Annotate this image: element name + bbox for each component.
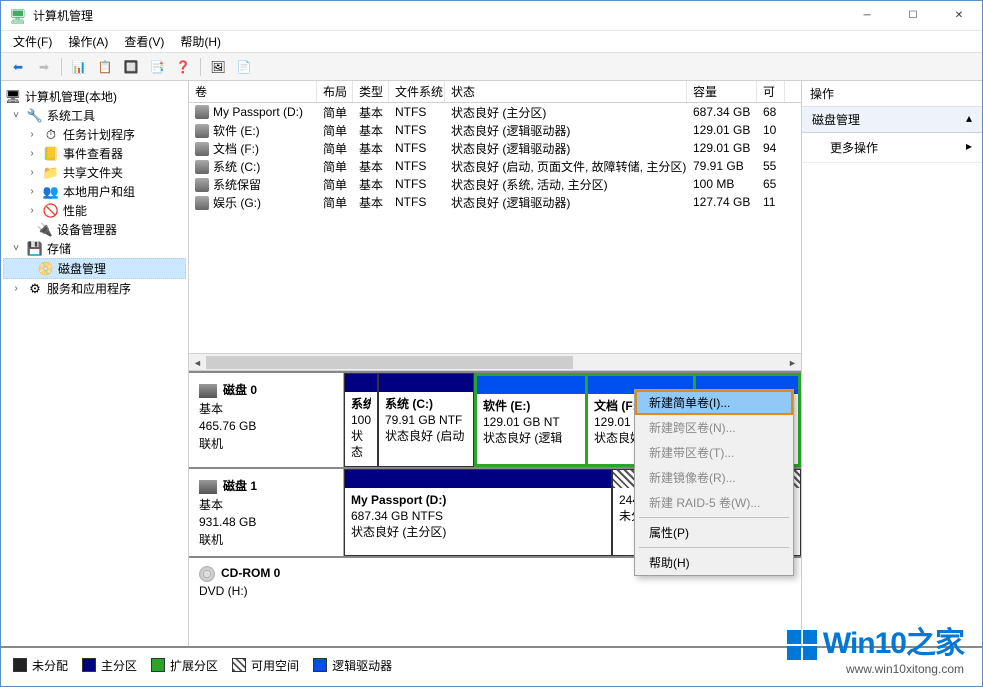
forward-button[interactable]: ➡	[33, 56, 55, 78]
volume-row[interactable]: 软件 (E:)简单基本NTFS状态良好 (逻辑驱动器)129.01 GB10	[189, 121, 801, 139]
ctx-properties[interactable]: 属性(P)	[635, 520, 793, 545]
tree-diskmgmt[interactable]: 📀磁盘管理	[3, 258, 186, 279]
col-capacity[interactable]: 容量	[687, 81, 757, 102]
scroll-thumb[interactable]	[206, 356, 573, 369]
disk-1-header[interactable]: 磁盘 1 基本 931.48 GB 联机	[189, 469, 344, 556]
app-icon: 🖥	[9, 8, 25, 24]
disk-0-header[interactable]: 磁盘 0 基本 465.76 GB 联机	[189, 373, 344, 467]
toolbar-btn-4[interactable]: 📄	[233, 56, 255, 78]
chevron-right-icon: ▸	[966, 139, 972, 156]
tree-users[interactable]: ›👥本地用户和组	[3, 182, 186, 201]
toolbar: ⬅ ➡ 📊 📋 🔲 📑 ❓ 🖼 📄	[1, 53, 982, 81]
tree-storage[interactable]: ˅💾存储	[3, 239, 186, 258]
back-button[interactable]: ⬅	[7, 56, 29, 78]
disc-icon	[199, 566, 215, 582]
collapse-icon: ▴	[966, 111, 972, 128]
context-menu: 新建简单卷(I)... 新建跨区卷(N)... 新建带区卷(T)... 新建镜像…	[634, 389, 794, 576]
menu-file[interactable]: 文件(F)	[7, 31, 58, 52]
tree-scheduler[interactable]: ›⏱任务计划程序	[3, 125, 186, 144]
refresh-button[interactable]: 🔲	[120, 56, 142, 78]
main-area: 🖥计算机管理(本地) ˅🔧系统工具 ›⏱任务计划程序 ›📒事件查看器 ›📁共享文…	[1, 81, 982, 646]
volume-list: 卷 布局 类型 文件系统 状态 容量 可 My Passport (D:)简单基…	[189, 81, 801, 371]
minimize-button[interactable]: ─	[844, 1, 890, 31]
col-free[interactable]: 可	[757, 81, 785, 102]
partition-e[interactable]: 软件 (E:)129.01 GB NT状态良好 (逻辑	[474, 373, 588, 467]
volume-icon	[195, 160, 209, 174]
toolbar-btn-3[interactable]: 🖼	[207, 56, 229, 78]
volume-list-body[interactable]: My Passport (D:)简单基本NTFS状态良好 (主分区)687.34…	[189, 103, 801, 353]
swatch-extended	[151, 658, 165, 672]
col-volume[interactable]: 卷	[189, 81, 317, 102]
swatch-unalloc	[13, 658, 27, 672]
window-buttons: ─ ☐ ✕	[844, 1, 982, 31]
nav-tree[interactable]: 🖥计算机管理(本地) ˅🔧系统工具 ›⏱任务计划程序 ›📒事件查看器 ›📁共享文…	[1, 81, 189, 646]
volume-row[interactable]: 系统保留简单基本NTFS状态良好 (系统, 活动, 主分区)100 MB65	[189, 175, 801, 193]
views-button[interactable]: 📊	[68, 56, 90, 78]
ctx-new-simple-volume[interactable]: 新建简单卷(I)...	[635, 390, 793, 415]
tree-shared[interactable]: ›📁共享文件夹	[3, 163, 186, 182]
volume-icon	[195, 196, 209, 210]
tree-systools[interactable]: ˅🔧系统工具	[3, 106, 186, 125]
ctx-new-striped-volume: 新建带区卷(T)...	[635, 440, 793, 465]
menu-action[interactable]: 操作(A)	[62, 31, 114, 52]
col-status[interactable]: 状态	[445, 81, 687, 102]
swatch-free	[232, 658, 246, 672]
actions-header: 操作	[802, 81, 982, 107]
col-type[interactable]: 类型	[353, 81, 389, 102]
volume-icon	[195, 178, 209, 192]
col-layout[interactable]: 布局	[317, 81, 353, 102]
col-filesystem[interactable]: 文件系统	[389, 81, 445, 102]
menu-help[interactable]: 帮助(H)	[174, 31, 227, 52]
toolbar-btn-2[interactable]: 📑	[146, 56, 168, 78]
swatch-logical	[313, 658, 327, 672]
actions-pane: 操作 磁盘管理▴ 更多操作▸	[802, 81, 982, 646]
volume-icon	[195, 124, 209, 138]
actions-section[interactable]: 磁盘管理▴	[802, 107, 982, 133]
ctx-new-spanned-volume: 新建跨区卷(N)...	[635, 415, 793, 440]
help-button[interactable]: ❓	[172, 56, 194, 78]
volume-row[interactable]: 系统 (C:)简单基本NTFS状态良好 (启动, 页面文件, 故障转储, 主分区…	[189, 157, 801, 175]
volume-row[interactable]: 文档 (F:)简单基本NTFS状态良好 (逻辑驱动器)129.01 GB94	[189, 139, 801, 157]
ctx-new-mirrored-volume: 新建镜像卷(R)...	[635, 465, 793, 490]
h-scrollbar[interactable]: ◄ ►	[189, 353, 801, 370]
disk-icon	[199, 480, 217, 494]
volume-icon	[195, 142, 209, 156]
watermark: Win10之家 www.win10xitong.com	[787, 618, 964, 676]
toolbar-btn-1[interactable]: 📋	[94, 56, 116, 78]
volume-row[interactable]: 娱乐 (G:)简单基本NTFS状态良好 (逻辑驱动器)127.74 GB11	[189, 193, 801, 211]
actions-more[interactable]: 更多操作▸	[802, 133, 982, 163]
partition-system-reserved[interactable]: 系统100状态	[344, 373, 378, 467]
windows-logo-icon	[787, 630, 817, 660]
tree-eventviewer[interactable]: ›📒事件查看器	[3, 144, 186, 163]
window-title: 计算机管理	[33, 7, 844, 24]
volume-list-header: 卷 布局 类型 文件系统 状态 容量 可	[189, 81, 801, 103]
title-bar: 🖥 计算机管理 ─ ☐ ✕	[1, 1, 982, 31]
tree-services[interactable]: ›⚙服务和应用程序	[3, 279, 186, 298]
volume-row[interactable]: My Passport (D:)简单基本NTFS状态良好 (主分区)687.34…	[189, 103, 801, 121]
ctx-new-raid5-volume: 新建 RAID-5 卷(W)...	[635, 490, 793, 515]
scroll-left-icon[interactable]: ◄	[189, 354, 206, 371]
maximize-button[interactable]: ☐	[890, 1, 936, 31]
menu-bar: 文件(F) 操作(A) 查看(V) 帮助(H)	[1, 31, 982, 53]
disk-icon	[199, 384, 217, 398]
swatch-primary	[82, 658, 96, 672]
ctx-help[interactable]: 帮助(H)	[635, 550, 793, 575]
tree-perf[interactable]: ›🚫性能	[3, 201, 186, 220]
volume-icon	[195, 105, 209, 119]
tree-devmgr[interactable]: 🔌设备管理器	[3, 220, 186, 239]
tree-root[interactable]: 🖥计算机管理(本地)	[3, 87, 186, 106]
close-button[interactable]: ✕	[936, 1, 982, 31]
partition-d[interactable]: My Passport (D:)687.34 GB NTFS状态良好 (主分区)	[344, 469, 612, 556]
partition-c[interactable]: 系统 (C:)79.91 GB NTF状态良好 (启动	[378, 373, 474, 467]
menu-view[interactable]: 查看(V)	[118, 31, 170, 52]
scroll-right-icon[interactable]: ►	[784, 354, 801, 371]
